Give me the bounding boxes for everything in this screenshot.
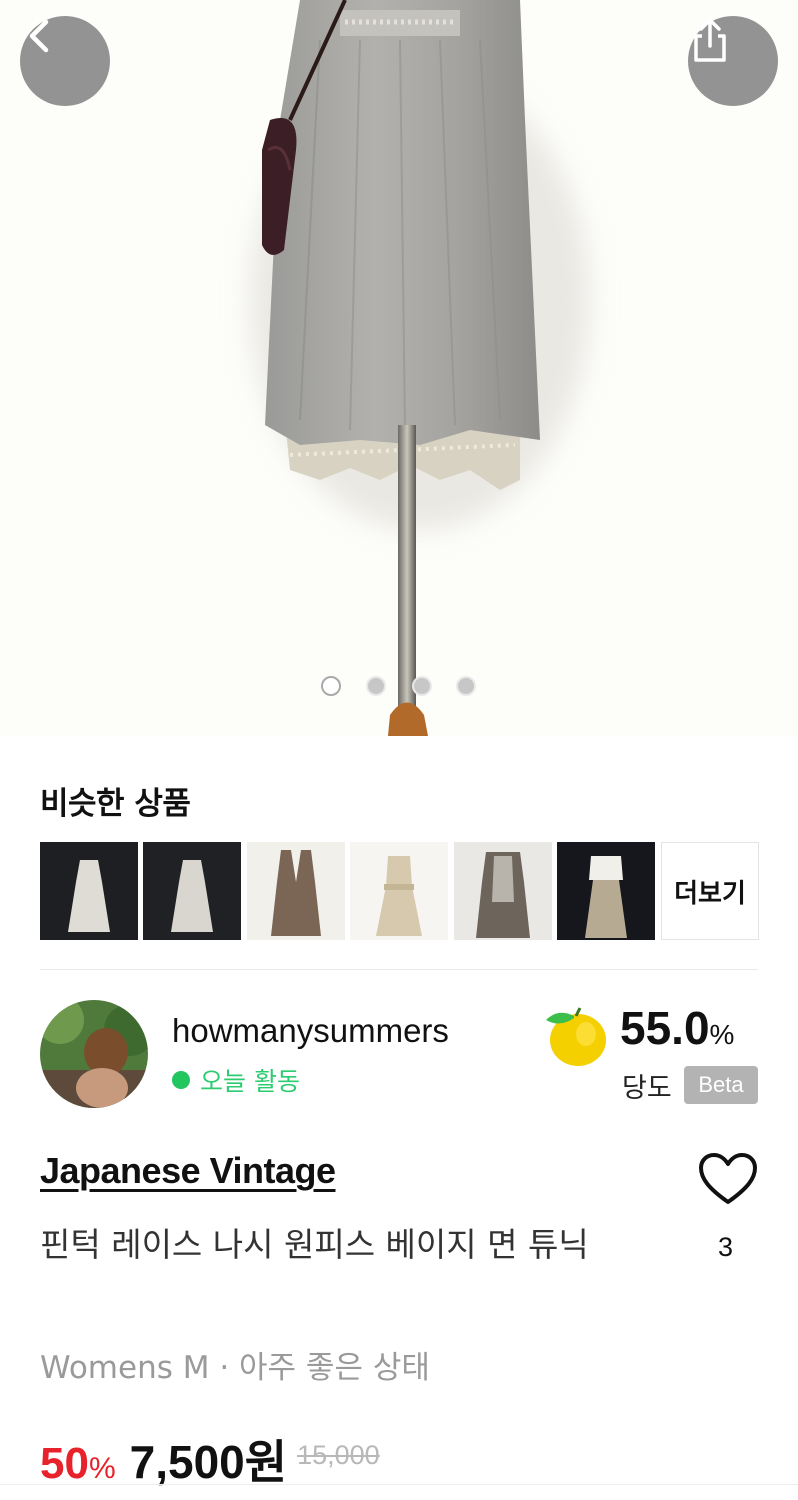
similar-products-title: 비슷한 상품 xyxy=(40,786,191,822)
bottom-divider xyxy=(0,1484,798,1485)
online-dot-icon xyxy=(172,1071,190,1089)
share-icon xyxy=(694,18,726,62)
size-condition: Womens M · 아주 좋은 상태 xyxy=(40,1350,430,1386)
similar-product-thumbnail[interactable] xyxy=(454,842,552,940)
seller-avatar[interactable] xyxy=(40,1000,148,1108)
similar-product-thumbnail[interactable] xyxy=(557,842,655,940)
similar-product-thumbnail[interactable] xyxy=(143,842,241,940)
carousel-dot[interactable] xyxy=(321,676,341,696)
apple-icon xyxy=(544,1004,608,1070)
sale-price: 7,500원 xyxy=(129,1436,288,1488)
similar-products-list: 더보기 xyxy=(40,842,760,940)
activity-label: 오늘 활동 xyxy=(200,1067,300,1096)
seller-name[interactable]: howmanysummers xyxy=(172,1012,449,1050)
similar-product-thumbnail[interactable] xyxy=(350,842,448,940)
chevron-left-icon xyxy=(29,19,49,53)
product-image xyxy=(250,0,590,736)
section-divider xyxy=(40,969,758,970)
carousel-dot[interactable] xyxy=(412,676,432,696)
product-image-carousel[interactable] xyxy=(0,0,798,736)
back-button[interactable] xyxy=(20,16,110,106)
share-button[interactable] xyxy=(688,16,778,106)
sweetness-label: 당도 xyxy=(622,1073,672,1104)
carousel-dot[interactable] xyxy=(456,676,476,696)
sweetness-score: 55.0% xyxy=(620,1002,735,1054)
seller-activity-status: 오늘 활동 xyxy=(172,1062,300,1098)
carousel-indicator xyxy=(0,676,798,698)
similar-product-thumbnail[interactable] xyxy=(40,842,138,940)
discount-rate: 50% xyxy=(40,1439,116,1488)
beta-badge: Beta xyxy=(684,1066,758,1104)
similar-product-thumbnail[interactable] xyxy=(247,842,345,940)
more-similar-button[interactable]: 더보기 xyxy=(661,842,759,940)
original-price: 15,000 xyxy=(297,1440,380,1470)
price-row: 50% 7,500원 15,000 xyxy=(40,1426,380,1492)
brand-link[interactable]: Japanese Vintage xyxy=(40,1150,336,1192)
like-count: 3 xyxy=(718,1232,734,1262)
like-button[interactable] xyxy=(698,1152,758,1210)
carousel-dot[interactable] xyxy=(366,676,386,696)
heart-icon xyxy=(699,1153,757,1204)
product-title: 핀턱 레이스 나시 원피스 베이지 면 튜닉 xyxy=(40,1225,589,1264)
